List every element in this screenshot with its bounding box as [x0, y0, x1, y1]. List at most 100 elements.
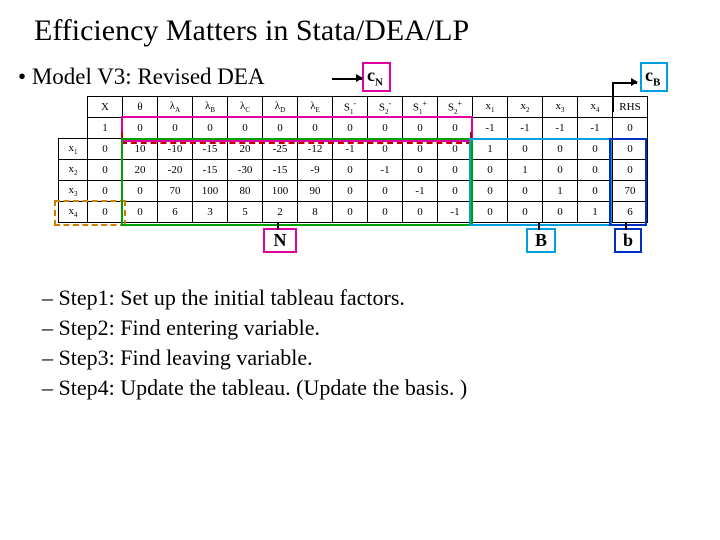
cell: 8	[298, 202, 333, 223]
cell: 0	[508, 181, 543, 202]
hdr-lC: λC	[228, 97, 263, 118]
cell: 0	[403, 139, 438, 160]
cell: 0	[368, 202, 403, 223]
badge-cN: cN	[362, 62, 391, 92]
cell: -1	[368, 160, 403, 181]
tableau-wrap: X θ λA λB λC λD λE S1- S2- S1+ S2+ x1 x2…	[58, 96, 702, 223]
cell: 0	[543, 202, 578, 223]
label-b: b	[614, 228, 642, 253]
cell: 0	[368, 118, 403, 139]
hdr-X: X	[88, 97, 123, 118]
row-x2: x2 0 20 -20 -15 -30 -15 -9 0 -1 0 0 0 1 …	[59, 160, 648, 181]
cell: 0	[88, 139, 123, 160]
cell: -1	[508, 118, 543, 139]
hdr-lB: λB	[193, 97, 228, 118]
hdr-x1: x1	[473, 97, 508, 118]
cell: 0	[368, 181, 403, 202]
cell: 0	[543, 160, 578, 181]
cell: 1	[543, 181, 578, 202]
steps-block: – Step1: Set up the initial tableau fact…	[18, 285, 702, 401]
cell: -10	[158, 139, 193, 160]
cell: 0	[123, 181, 158, 202]
rowlabel-x1: x1	[59, 139, 88, 160]
cell: 0	[403, 160, 438, 181]
cell: 70	[613, 181, 648, 202]
cell: 1	[88, 118, 123, 139]
leader-N-down	[277, 222, 279, 230]
cell: 0	[158, 118, 193, 139]
hdr-S1p: S1+	[403, 97, 438, 118]
cell: 0	[123, 118, 158, 139]
cell: -12	[298, 139, 333, 160]
cell: 0	[88, 160, 123, 181]
cell: 0	[508, 202, 543, 223]
rowlabel-x2: x2	[59, 160, 88, 181]
cell: 0	[613, 139, 648, 160]
leader-B-down	[538, 222, 540, 230]
cell: 0	[263, 118, 298, 139]
cell: 70	[158, 181, 193, 202]
cell: 6	[613, 202, 648, 223]
leader-cN-arrow	[356, 74, 363, 82]
step1: – Step1: Set up the initial tableau fact…	[42, 285, 702, 311]
cell: 20	[123, 160, 158, 181]
hdr-lD: λD	[263, 97, 298, 118]
cell: 0	[368, 139, 403, 160]
cell: 0	[578, 160, 613, 181]
cell: 80	[228, 181, 263, 202]
cell: -1	[578, 118, 613, 139]
step3: – Step3: Find leaving variable.	[42, 345, 702, 371]
cell: 0	[228, 118, 263, 139]
cell: 90	[298, 181, 333, 202]
cell: -15	[193, 139, 228, 160]
cell: -1	[473, 118, 508, 139]
cell: 6	[158, 202, 193, 223]
row-x3: x3 0 0 70 100 80 100 90 0 0 -1 0 0 0 1 0…	[59, 181, 648, 202]
cell: 0	[508, 139, 543, 160]
cell: 0	[578, 139, 613, 160]
rowlabel-x4: x4	[59, 202, 88, 223]
hdr-theta: θ	[123, 97, 158, 118]
hdr-S2p: S2+	[438, 97, 473, 118]
rowlabel-x3: x3	[59, 181, 88, 202]
label-N: N	[263, 228, 297, 253]
cell: 0	[473, 181, 508, 202]
cell: 0	[193, 118, 228, 139]
header-row: X θ λA λB λC λD λE S1- S2- S1+ S2+ x1 x2…	[59, 97, 648, 118]
hdr-x2: x2	[508, 97, 543, 118]
cell: 0	[438, 181, 473, 202]
cell: 1	[578, 202, 613, 223]
cell: 0	[403, 202, 438, 223]
page-title: Efficiency Matters in Stata/DEA/LP	[18, 14, 702, 48]
hdr-lE: λE	[298, 97, 333, 118]
cell: -15	[193, 160, 228, 181]
cell: 0	[438, 139, 473, 160]
row-x1: x1 0 10 -10 -15 20 -25 -12 -1 0 0 0 1 0 …	[59, 139, 648, 160]
step2: – Step2: Find entering variable.	[42, 315, 702, 341]
cell: -9	[298, 160, 333, 181]
cell: -1	[333, 139, 368, 160]
cell: 1	[473, 139, 508, 160]
cell: -25	[263, 139, 298, 160]
cell: 0	[473, 160, 508, 181]
tableau-table: X θ λA λB λC λD λE S1- S2- S1+ S2+ x1 x2…	[58, 96, 648, 223]
leader-b-down	[625, 222, 627, 230]
bullet-prefix: •	[18, 64, 32, 89]
cell: 10	[123, 139, 158, 160]
cell: 0	[88, 202, 123, 223]
cell: 100	[193, 181, 228, 202]
cell: 0	[473, 202, 508, 223]
hdr-lA: λA	[158, 97, 193, 118]
cB-c: c	[645, 65, 653, 85]
hdr-x4: x4	[578, 97, 613, 118]
cell: 20	[228, 139, 263, 160]
label-B: B	[526, 228, 556, 253]
row-1: 1 0 0 0 0 0 0 0 0 0 0 -1 -1 -1 -1 0	[59, 118, 648, 139]
row-x4: x4 0 0 6 3 5 2 8 0 0 0 -1 0 0 0 1 6	[59, 202, 648, 223]
badge-cB: cB	[640, 62, 668, 92]
hdr-RHS: RHS	[613, 97, 648, 118]
cell: 5	[228, 202, 263, 223]
cell: -30	[228, 160, 263, 181]
cell: 0	[438, 118, 473, 139]
cell: 0	[123, 202, 158, 223]
